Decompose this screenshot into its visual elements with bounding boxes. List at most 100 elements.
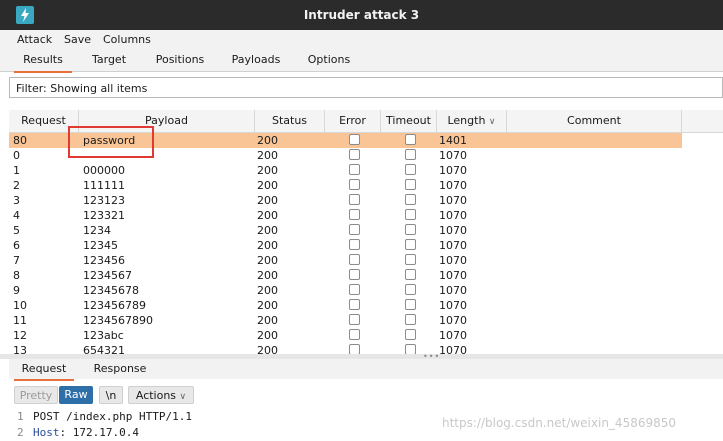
cell-request: 6 xyxy=(13,239,20,252)
chevron-down-icon: ∨ xyxy=(179,392,187,402)
column-comment[interactable]: Comment xyxy=(507,110,682,132)
cell-status: 200 xyxy=(257,194,278,207)
cell-payload: 1234567890 xyxy=(83,314,153,327)
cell-length: 1070 xyxy=(439,194,467,207)
cell-status: 200 xyxy=(257,134,278,147)
error-checkbox xyxy=(349,134,360,145)
error-checkbox xyxy=(349,239,360,250)
cell-status: 200 xyxy=(257,254,278,267)
cell-status: 200 xyxy=(257,344,278,354)
column-error[interactable]: Error xyxy=(325,110,381,132)
cell-request: 8 xyxy=(13,269,20,282)
cell-request: 10 xyxy=(13,299,27,312)
actions-dropdown[interactable]: Actions ∨ xyxy=(128,386,194,404)
cell-payload: 654321 xyxy=(83,344,125,354)
table-row[interactable]: 2 111111 200 1070 xyxy=(9,178,682,193)
pretty-button[interactable]: Pretty xyxy=(14,386,58,404)
highlight-box xyxy=(68,126,154,158)
cell-payload: 111111 xyxy=(83,179,125,192)
timeout-checkbox xyxy=(405,149,416,160)
timeout-checkbox xyxy=(405,344,416,354)
cell-request: 4 xyxy=(13,209,20,222)
cell-payload: 123321 xyxy=(83,209,125,222)
cell-request: 2 xyxy=(13,179,20,192)
cell-payload: 123456789 xyxy=(83,299,146,312)
filter-bar[interactable]: Filter: Showing all items xyxy=(9,77,723,98)
column-timeout[interactable]: Timeout xyxy=(381,110,437,132)
timeout-checkbox xyxy=(405,239,416,250)
error-checkbox xyxy=(349,269,360,280)
line-number: 2 xyxy=(17,426,24,439)
cell-payload: 12345678 xyxy=(83,284,139,297)
cell-status: 200 xyxy=(257,299,278,312)
table-row[interactable]: 13 654321 200 1070 xyxy=(9,343,682,354)
cell-length: 1070 xyxy=(439,209,467,222)
error-checkbox xyxy=(349,284,360,295)
cell-status: 200 xyxy=(257,329,278,342)
table-row[interactable]: 4 123321 200 1070 xyxy=(9,208,682,223)
table-row[interactable]: 3 123123 200 1070 xyxy=(9,193,682,208)
raw-button[interactable]: Raw xyxy=(59,386,93,404)
header-value: : 172.17.0.4 xyxy=(59,426,139,439)
tab-response[interactable]: Response xyxy=(88,359,152,379)
timeout-checkbox xyxy=(405,194,416,205)
cell-request: 12 xyxy=(13,329,27,342)
cell-payload: 1234 xyxy=(83,224,111,237)
cell-payload: 1234567 xyxy=(83,269,132,282)
cell-length: 1070 xyxy=(439,179,467,192)
cell-length: 1070 xyxy=(439,269,467,282)
cell-payload: 000000 xyxy=(83,164,125,177)
tab-options[interactable]: Options xyxy=(302,49,356,71)
timeout-checkbox xyxy=(405,254,416,265)
cell-length: 1070 xyxy=(439,284,467,297)
cell-length: 1070 xyxy=(439,254,467,267)
cell-length: 1070 xyxy=(439,344,467,354)
cell-status: 200 xyxy=(257,269,278,282)
cell-status: 200 xyxy=(257,164,278,177)
error-checkbox xyxy=(349,344,360,354)
column-length[interactable]: Length ∨ xyxy=(437,110,507,132)
cell-payload: 12345 xyxy=(83,239,118,252)
timeout-checkbox xyxy=(405,224,416,235)
tab-target[interactable]: Target xyxy=(82,49,136,71)
timeout-checkbox xyxy=(405,329,416,340)
tab-positions[interactable]: Positions xyxy=(150,49,210,71)
cell-length: 1070 xyxy=(439,314,467,327)
table-row[interactable]: 6 12345 200 1070 xyxy=(9,238,682,253)
error-checkbox xyxy=(349,149,360,160)
table-row[interactable]: 8 1234567 200 1070 xyxy=(9,268,682,283)
cell-length: 1070 xyxy=(439,149,467,162)
cell-request: 5 xyxy=(13,224,20,237)
cell-request: 1 xyxy=(13,164,20,177)
menu-save[interactable]: Save xyxy=(64,30,91,49)
table-row[interactable]: 1 000000 200 1070 xyxy=(9,163,682,178)
timeout-checkbox xyxy=(405,284,416,295)
error-checkbox xyxy=(349,329,360,340)
table-row[interactable]: 11 1234567890 200 1070 xyxy=(9,313,682,328)
header-name: Host xyxy=(33,426,60,439)
cell-length: 1070 xyxy=(439,164,467,177)
menu-columns[interactable]: Columns xyxy=(103,30,151,49)
table-row[interactable]: 9 12345678 200 1070 xyxy=(9,283,682,298)
table-row[interactable]: 7 123456 200 1070 xyxy=(9,253,682,268)
column-status[interactable]: Status xyxy=(255,110,325,132)
table-row[interactable]: 10 123456789 200 1070 xyxy=(9,298,682,313)
http-method: POST xyxy=(33,410,60,423)
timeout-checkbox xyxy=(405,269,416,280)
table-row[interactable]: 12 123abc 200 1070 xyxy=(9,328,682,343)
menu-attack[interactable]: Attack xyxy=(17,30,52,49)
table-row[interactable]: 5 1234 200 1070 xyxy=(9,223,682,238)
cell-payload: 123abc xyxy=(83,329,124,342)
newline-toggle-button[interactable]: \n xyxy=(99,386,123,404)
cell-status: 200 xyxy=(257,179,278,192)
cell-payload: 123123 xyxy=(83,194,125,207)
timeout-checkbox xyxy=(405,164,416,175)
tab-request[interactable]: Request xyxy=(14,359,74,381)
error-checkbox xyxy=(349,254,360,265)
tab-payloads[interactable]: Payloads xyxy=(226,49,286,71)
error-checkbox xyxy=(349,194,360,205)
error-checkbox xyxy=(349,179,360,190)
error-checkbox xyxy=(349,164,360,175)
cell-request: 7 xyxy=(13,254,20,267)
tab-results[interactable]: Results xyxy=(14,49,72,73)
